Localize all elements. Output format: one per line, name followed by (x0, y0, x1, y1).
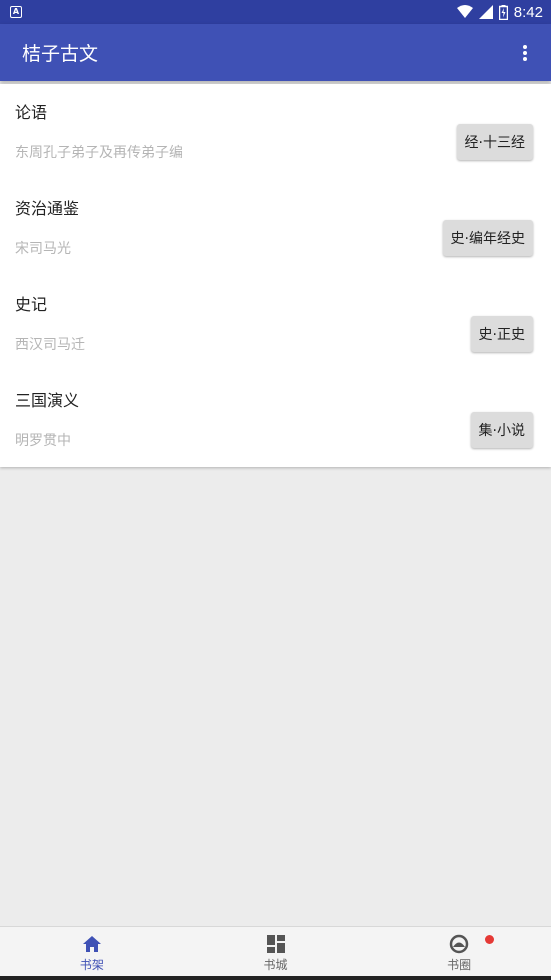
category-button[interactable]: 集·小说 (470, 412, 533, 448)
book-title: 资治通鉴 (15, 199, 80, 218)
book-item-sanguoyanyi[interactable]: 三国演义 明罗贯中 集·小说 (0, 372, 551, 468)
status-bar: A 8:42 (0, 0, 551, 24)
app-bar: 桔子古文 (0, 24, 551, 81)
nav-label: 书城 (263, 958, 288, 972)
nav-label: 书架 (79, 958, 104, 972)
category-button[interactable]: 史·编年经史 (442, 220, 533, 256)
category-button[interactable]: 史·正史 (470, 316, 533, 352)
category-button[interactable]: 经·十三经 (456, 124, 533, 160)
clock: 8:42 (513, 3, 543, 21)
app-title: 桔子古文 (22, 43, 99, 65)
book-author: 东周孔子弟子及再传弟子编 (15, 145, 183, 161)
book-list: 论语 东周孔子弟子及再传弟子编 经·十三经 资治通鉴 宋司马光 史·编年经史 史… (0, 84, 551, 467)
home-icon (82, 936, 101, 952)
signal-icon (478, 5, 493, 19)
book-author: 宋司马光 (15, 241, 71, 257)
book-item-shiji[interactable]: 史记 西汉司马迁 史·正史 (0, 276, 551, 372)
nav-item-circle[interactable]: 书圈 (367, 927, 551, 980)
circle-icon (449, 934, 469, 954)
book-title: 论语 (15, 103, 48, 122)
bottom-edge (0, 976, 551, 980)
book-item-zizhitongjian[interactable]: 资治通鉴 宋司马光 史·编年经史 (0, 180, 551, 276)
book-author: 明罗贯中 (15, 433, 71, 449)
dashboard-icon (266, 935, 285, 953)
more-vert-icon[interactable] (513, 41, 537, 65)
nav-item-bookstore[interactable]: 书城 (184, 927, 368, 980)
book-title: 史记 (15, 295, 48, 314)
book-title: 三国演义 (15, 391, 80, 410)
notification-a-icon: A (10, 6, 22, 18)
battery-icon (498, 4, 508, 20)
nav-item-bookshelf[interactable]: 书架 (0, 927, 184, 980)
nav-label: 书圈 (447, 958, 472, 972)
book-author: 西汉司马迁 (15, 337, 85, 353)
wifi-icon (456, 5, 473, 18)
notification-badge (485, 935, 495, 944)
book-item-lunyu[interactable]: 论语 东周孔子弟子及再传弟子编 经·十三经 (0, 84, 551, 180)
bottom-navigation: 书架 书城 书圈 (0, 926, 551, 980)
